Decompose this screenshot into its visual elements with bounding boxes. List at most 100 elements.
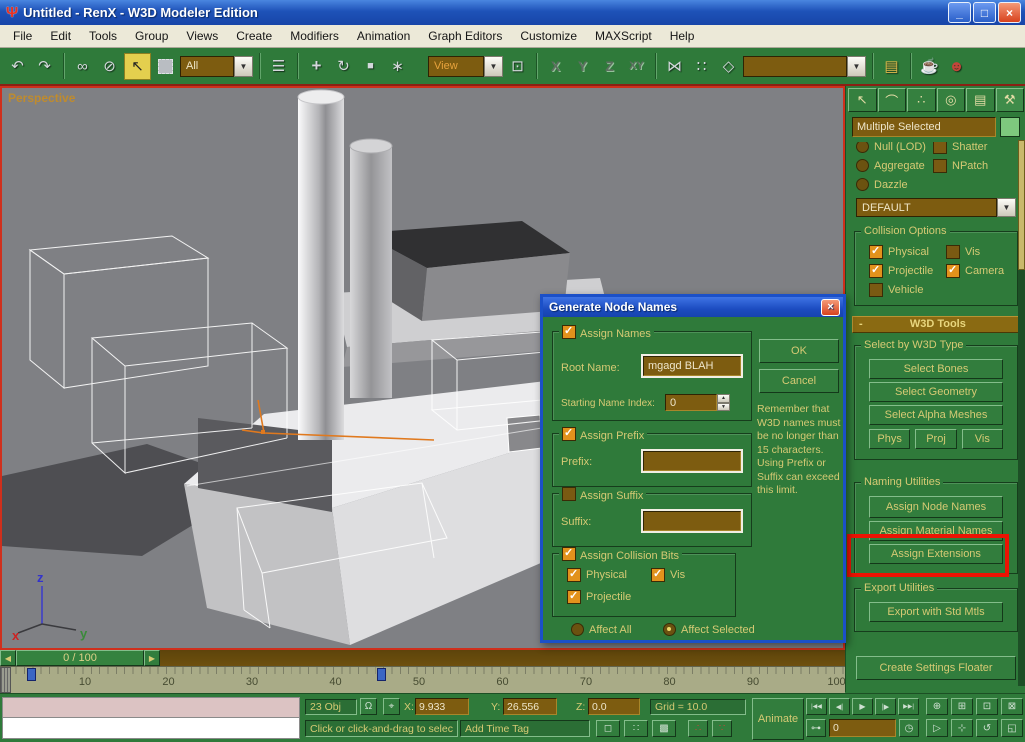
- select-and-link-icon[interactable]: ∞: [70, 54, 95, 79]
- assign-node-names-button[interactable]: Assign Node Names: [869, 496, 1003, 518]
- gizmo-dots-a-icon[interactable]: ∴: [688, 720, 708, 737]
- vp-toggle-c-icon[interactable]: ▩: [652, 720, 676, 737]
- z-coord-field[interactable]: 0.0: [588, 698, 640, 715]
- minimize-button[interactable]: _: [948, 2, 971, 23]
- select-bones-button[interactable]: Select Bones: [869, 359, 1003, 379]
- cancel-button[interactable]: Cancel: [759, 369, 839, 393]
- menu-animation[interactable]: Animation: [348, 27, 419, 45]
- selection-name-field[interactable]: Multiple Selected: [852, 117, 996, 137]
- trackbar-key-marker[interactable]: [377, 668, 386, 681]
- vehicle-checkbox[interactable]: [869, 283, 883, 297]
- assign-names-checkbox[interactable]: [562, 325, 576, 339]
- affect-all-radio[interactable]: [571, 623, 584, 636]
- starting-index-field[interactable]: 0: [665, 394, 717, 411]
- scale-icon[interactable]: ■: [358, 54, 383, 79]
- dialog-title-bar[interactable]: Generate Node Names ×: [543, 297, 843, 317]
- render-teapot-icon[interactable]: ☕: [917, 54, 942, 79]
- rotate-icon[interactable]: ↻: [331, 54, 356, 79]
- previous-frame-icon[interactable]: ◀|: [829, 698, 850, 715]
- affect-selected-radio[interactable]: [663, 623, 676, 636]
- menu-graph-editors[interactable]: Graph Editors: [419, 27, 511, 45]
- close-button[interactable]: ×: [998, 2, 1021, 23]
- scrollbar-thumb[interactable]: [1018, 140, 1025, 270]
- physical-checkbox[interactable]: [869, 245, 883, 259]
- projectile-checkbox[interactable]: [869, 264, 883, 278]
- tab-modify-icon[interactable]: ⌒: [878, 88, 907, 112]
- dlg-vis-checkbox[interactable]: [651, 568, 665, 582]
- region-select-icon[interactable]: [153, 54, 178, 79]
- proj-button[interactable]: Proj: [915, 429, 956, 449]
- track-bar[interactable]: 102030405060708090100: [0, 666, 845, 693]
- trackbar-caret[interactable]: [0, 667, 11, 693]
- zoom-extents-icon[interactable]: ⊡: [976, 698, 998, 715]
- maxscript-mini-listener-white[interactable]: [2, 717, 300, 739]
- menu-edit[interactable]: Edit: [41, 27, 80, 45]
- unlink-selection-icon[interactable]: ⊘: [97, 54, 122, 79]
- dlg-physical-checkbox[interactable]: [567, 568, 581, 582]
- trackbar-key-marker[interactable]: [27, 668, 36, 681]
- play-icon[interactable]: ▶: [852, 698, 873, 715]
- suffix-field[interactable]: [643, 511, 741, 531]
- menu-file[interactable]: File: [4, 27, 41, 45]
- zoom-icon[interactable]: ⊕: [926, 698, 948, 715]
- named-sets-icon[interactable]: ▤: [879, 54, 904, 79]
- vp-toggle-b-icon[interactable]: ∷: [624, 720, 648, 737]
- align-icon[interactable]: ◇: [716, 54, 741, 79]
- absolute-offset-mode-icon[interactable]: ⌖: [383, 698, 400, 715]
- chevron-down-icon[interactable]: ▼: [234, 56, 253, 77]
- vis-button[interactable]: Vis: [962, 429, 1003, 449]
- restrict-xy-button[interactable]: XY: [624, 54, 649, 79]
- viewport-label[interactable]: Perspective: [8, 91, 75, 105]
- gizmo-dots-b-icon[interactable]: ∵: [712, 720, 732, 737]
- assign-collision-bits-checkbox[interactable]: [562, 547, 576, 561]
- redo-icon[interactable]: ↷: [32, 54, 57, 79]
- zoom-extents-all-icon[interactable]: ⊠: [1001, 698, 1023, 715]
- add-time-tag-field[interactable]: Add Time Tag: [460, 720, 590, 737]
- mirror-icon[interactable]: ⋈: [662, 54, 687, 79]
- x-coord-field[interactable]: 9.933: [415, 698, 469, 715]
- snap-toggle-icon[interactable]: ∗: [385, 54, 410, 79]
- spinner-up-icon[interactable]: ▲: [717, 394, 730, 403]
- selection-lock-icon[interactable]: Ω: [360, 698, 377, 715]
- dazzle-type-dropdown[interactable]: DEFAULT ▼: [856, 198, 1016, 217]
- panel-scrollbar[interactable]: [1018, 140, 1025, 686]
- spinner-down-icon[interactable]: ▼: [717, 403, 730, 412]
- frame-back-button[interactable]: ◀: [0, 650, 16, 666]
- y-coord-field[interactable]: 26.556: [503, 698, 557, 715]
- menu-customize[interactable]: Customize: [511, 27, 586, 45]
- time-slider-handle[interactable]: 0 / 100: [16, 650, 144, 666]
- index-spinner[interactable]: ▲ ▼: [717, 394, 730, 411]
- use-pivot-center-icon[interactable]: ⊡: [505, 54, 530, 79]
- animate-button[interactable]: Animate: [752, 698, 804, 740]
- tab-display-icon[interactable]: ▤: [966, 88, 995, 112]
- restrict-y-button[interactable]: Y: [570, 54, 595, 79]
- restrict-x-button[interactable]: X: [543, 54, 568, 79]
- dlg-projectile-checkbox[interactable]: [567, 590, 581, 604]
- go-to-end-icon[interactable]: ▶▶|: [898, 698, 919, 715]
- arc-rotate-icon[interactable]: ↺: [976, 719, 998, 737]
- set-key-icon[interactable]: ⊶: [806, 719, 826, 737]
- assign-prefix-checkbox[interactable]: [562, 427, 576, 441]
- field-of-view-icon[interactable]: ▷: [926, 719, 948, 737]
- reference-coordinate-dropdown[interactable]: View ▼: [428, 56, 503, 77]
- menu-create[interactable]: Create: [227, 27, 281, 45]
- chevron-down-icon[interactable]: ▼: [484, 56, 503, 77]
- selection-filter-dropdown[interactable]: All ▼: [180, 56, 253, 77]
- phys-button[interactable]: Phys: [869, 429, 910, 449]
- pan-hand-icon[interactable]: ⊹: [951, 719, 973, 737]
- vp-toggle-a-icon[interactable]: ◻: [596, 720, 620, 737]
- select-by-name-icon[interactable]: ☰: [266, 54, 291, 79]
- select-object-icon[interactable]: ↖: [124, 53, 151, 80]
- tab-utilities-icon[interactable]: ⚒: [996, 88, 1025, 112]
- select-geometry-button[interactable]: Select Geometry: [869, 382, 1003, 402]
- go-to-start-icon[interactable]: |◀◀: [806, 698, 827, 715]
- named-selection-dropdown[interactable]: ▼: [743, 56, 866, 77]
- frame-forward-button[interactable]: ▶: [144, 650, 160, 666]
- npatch-checkbox[interactable]: [933, 159, 947, 173]
- chevron-down-icon[interactable]: ▼: [997, 198, 1016, 217]
- select-alpha-meshes-button[interactable]: Select Alpha Meshes: [869, 405, 1003, 425]
- tab-create-icon[interactable]: ↖: [848, 88, 877, 112]
- next-frame-icon[interactable]: |▶: [875, 698, 896, 715]
- menu-maxscript[interactable]: MAXScript: [586, 27, 661, 45]
- tab-hierarchy-icon[interactable]: ∴: [907, 88, 936, 112]
